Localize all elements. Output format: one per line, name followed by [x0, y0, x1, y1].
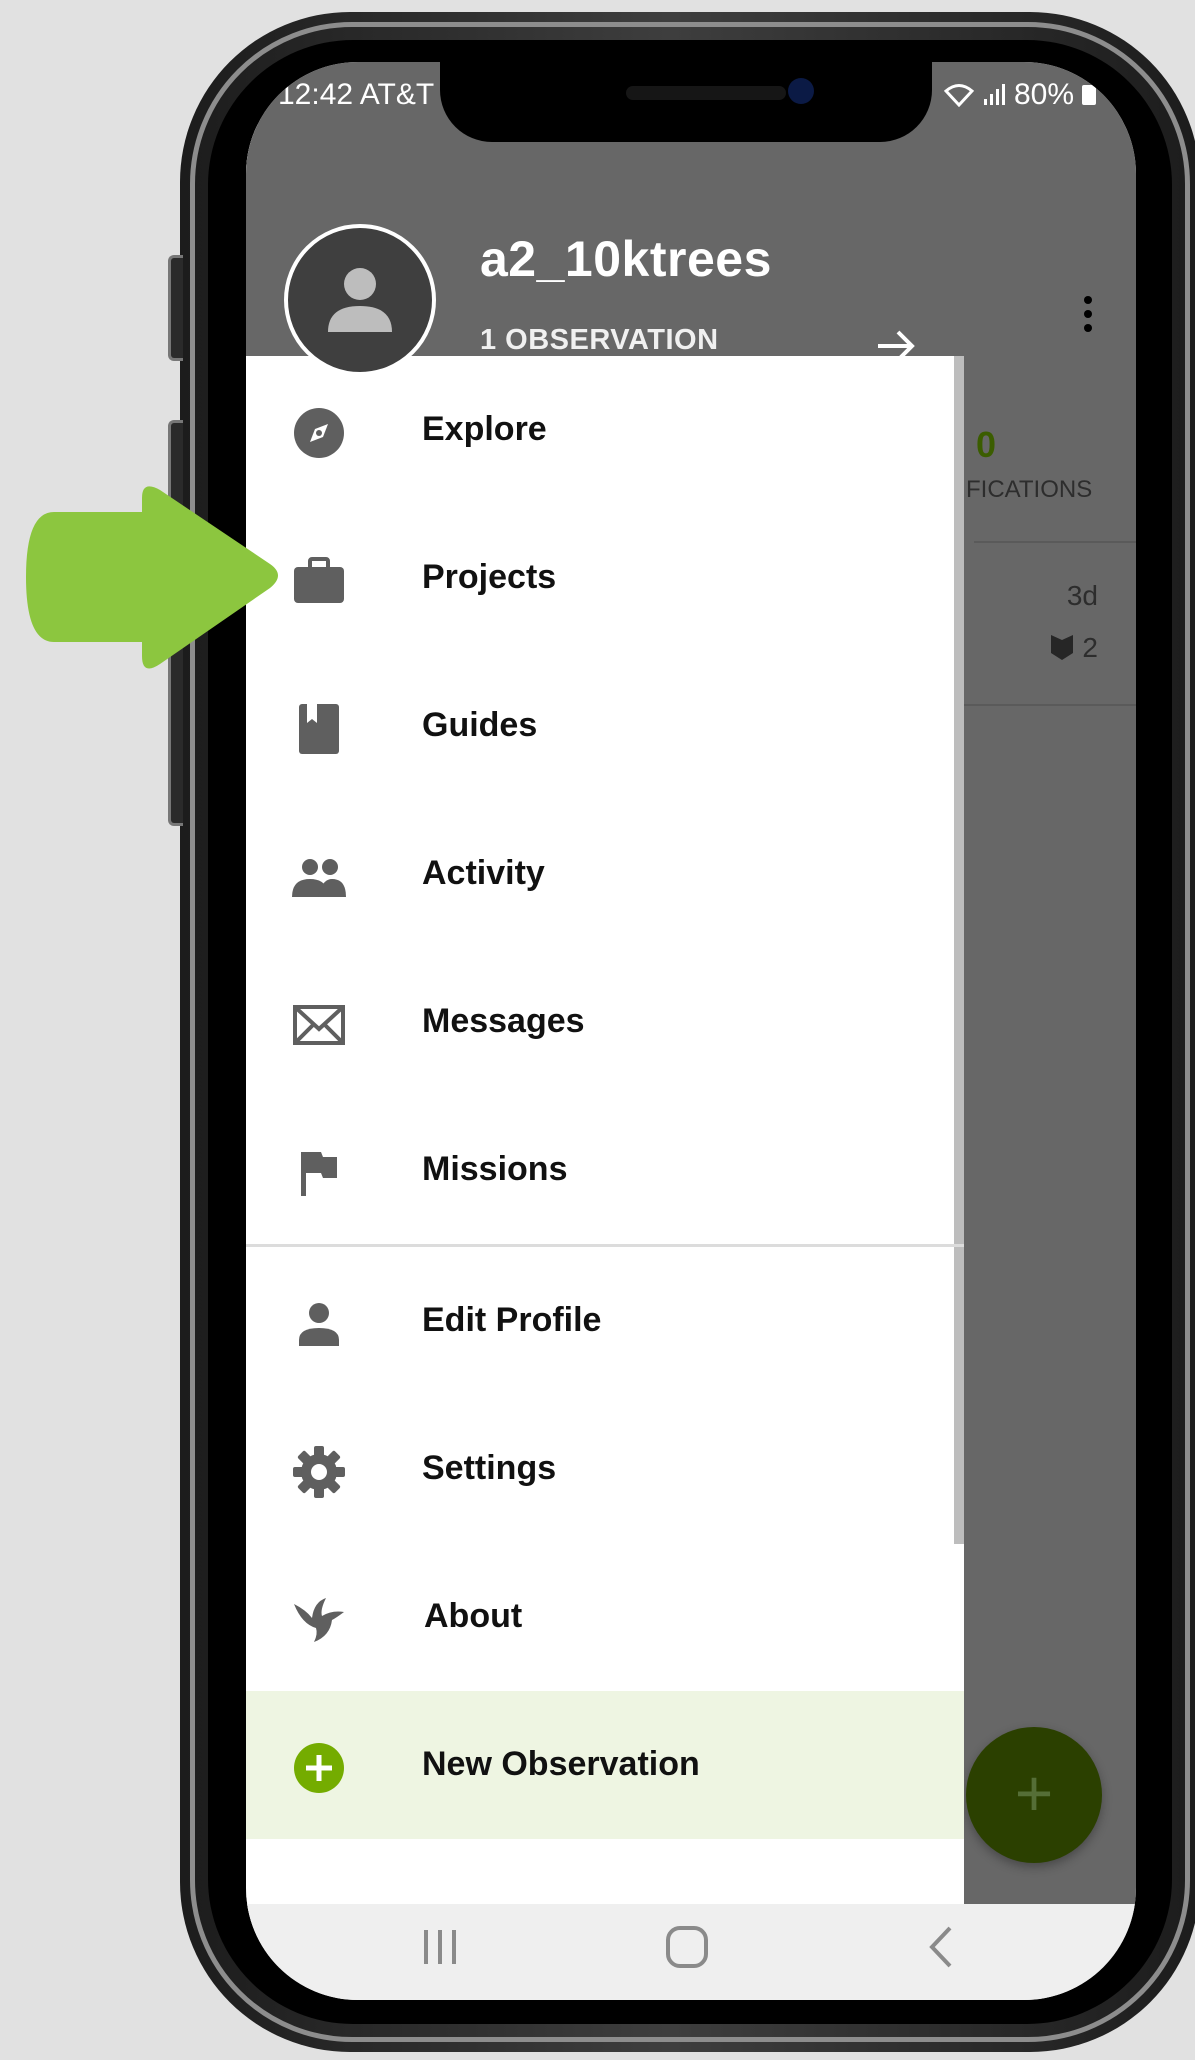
menu-item-label: Guides	[422, 706, 538, 744]
people-icon	[292, 850, 346, 904]
front-camera	[788, 78, 814, 104]
book-icon	[292, 702, 346, 756]
menu-item-activity[interactable]: Activity	[246, 800, 964, 948]
menu-item-about[interactable]: About	[246, 1543, 964, 1691]
menu-item-explore[interactable]: Explore	[246, 356, 964, 504]
phone-notch	[440, 62, 932, 142]
status-icons: 80%	[943, 78, 1096, 112]
menu-item-label: Settings	[422, 1449, 557, 1487]
list-row-divider	[946, 704, 1136, 706]
observation-age: 3d	[1066, 580, 1098, 611]
observation-ids-count: 2	[1082, 632, 1098, 663]
flag-icon	[292, 1146, 346, 1200]
menu-item-label: About	[424, 1597, 523, 1635]
status-time: 12:42 AT&T	[278, 78, 435, 111]
back-icon[interactable]	[924, 1924, 960, 1970]
observation-count: 1 OBSERVATION	[480, 324, 719, 356]
identifications-stat[interactable]	[974, 369, 1136, 543]
id-badge-icon	[1050, 635, 1073, 660]
menu-item-label: Explore	[422, 410, 547, 448]
silent-switch	[168, 255, 183, 361]
battery-level: 80%	[1013, 78, 1074, 111]
menu-item-new-observation[interactable]: New Observation	[246, 1691, 964, 1839]
add-observation-fab[interactable]: +	[966, 1727, 1102, 1863]
envelope-icon	[292, 998, 346, 1052]
menu-item-label: New Observation	[422, 1745, 700, 1783]
menu-item-settings[interactable]: Settings	[246, 1395, 964, 1543]
recents-icon[interactable]	[418, 1924, 462, 1968]
person-icon	[292, 1297, 346, 1351]
username[interactable]: a2_10ktrees	[480, 230, 772, 288]
menu-item-label: Projects	[422, 558, 557, 596]
identifications-count: 0	[976, 424, 997, 465]
wifi-icon	[943, 84, 974, 107]
compass-icon	[292, 406, 346, 460]
briefcase-icon	[292, 554, 346, 608]
menu-item-edit-profile[interactable]: Edit Profile	[246, 1247, 964, 1395]
observation-ids: 2	[1049, 632, 1098, 664]
menu-item-projects[interactable]: Projects	[246, 504, 964, 652]
speaker-grille	[626, 86, 786, 100]
signal-icon	[983, 84, 1005, 105]
drawer-header[interactable]: a2_10ktrees 1 OBSERVATION	[246, 124, 964, 376]
gear-icon	[292, 1445, 346, 1499]
menu-item-label: Missions	[422, 1150, 568, 1188]
menu-item-messages[interactable]: Messages	[246, 948, 964, 1096]
battery-icon	[1082, 85, 1096, 105]
user-placeholder-icon	[328, 268, 392, 332]
menu-item-missions[interactable]: Missions	[246, 1096, 964, 1244]
overflow-menu-icon[interactable]	[1068, 290, 1108, 340]
menu-item-guides[interactable]: Guides	[246, 652, 964, 800]
navigation-drawer: a2_10ktrees 1 OBSERVATION Explore Projec…	[246, 124, 964, 1966]
identifications-label: FICATIONS	[966, 476, 1093, 503]
bird-icon	[292, 1593, 346, 1647]
menu-item-label: Edit Profile	[422, 1301, 602, 1339]
menu-item-label: Activity	[422, 854, 545, 892]
screen: 0 FICATIONS 3d 2 + 12:42 AT&T 80% a2_10k…	[246, 62, 1136, 2000]
callout-arrow-icon	[26, 486, 278, 669]
home-icon[interactable]	[664, 1924, 710, 1970]
plus-circle-icon	[292, 1741, 346, 1795]
android-nav-bar	[246, 1904, 1136, 2000]
menu-item-label: Messages	[422, 1002, 585, 1040]
avatar[interactable]	[284, 224, 436, 376]
